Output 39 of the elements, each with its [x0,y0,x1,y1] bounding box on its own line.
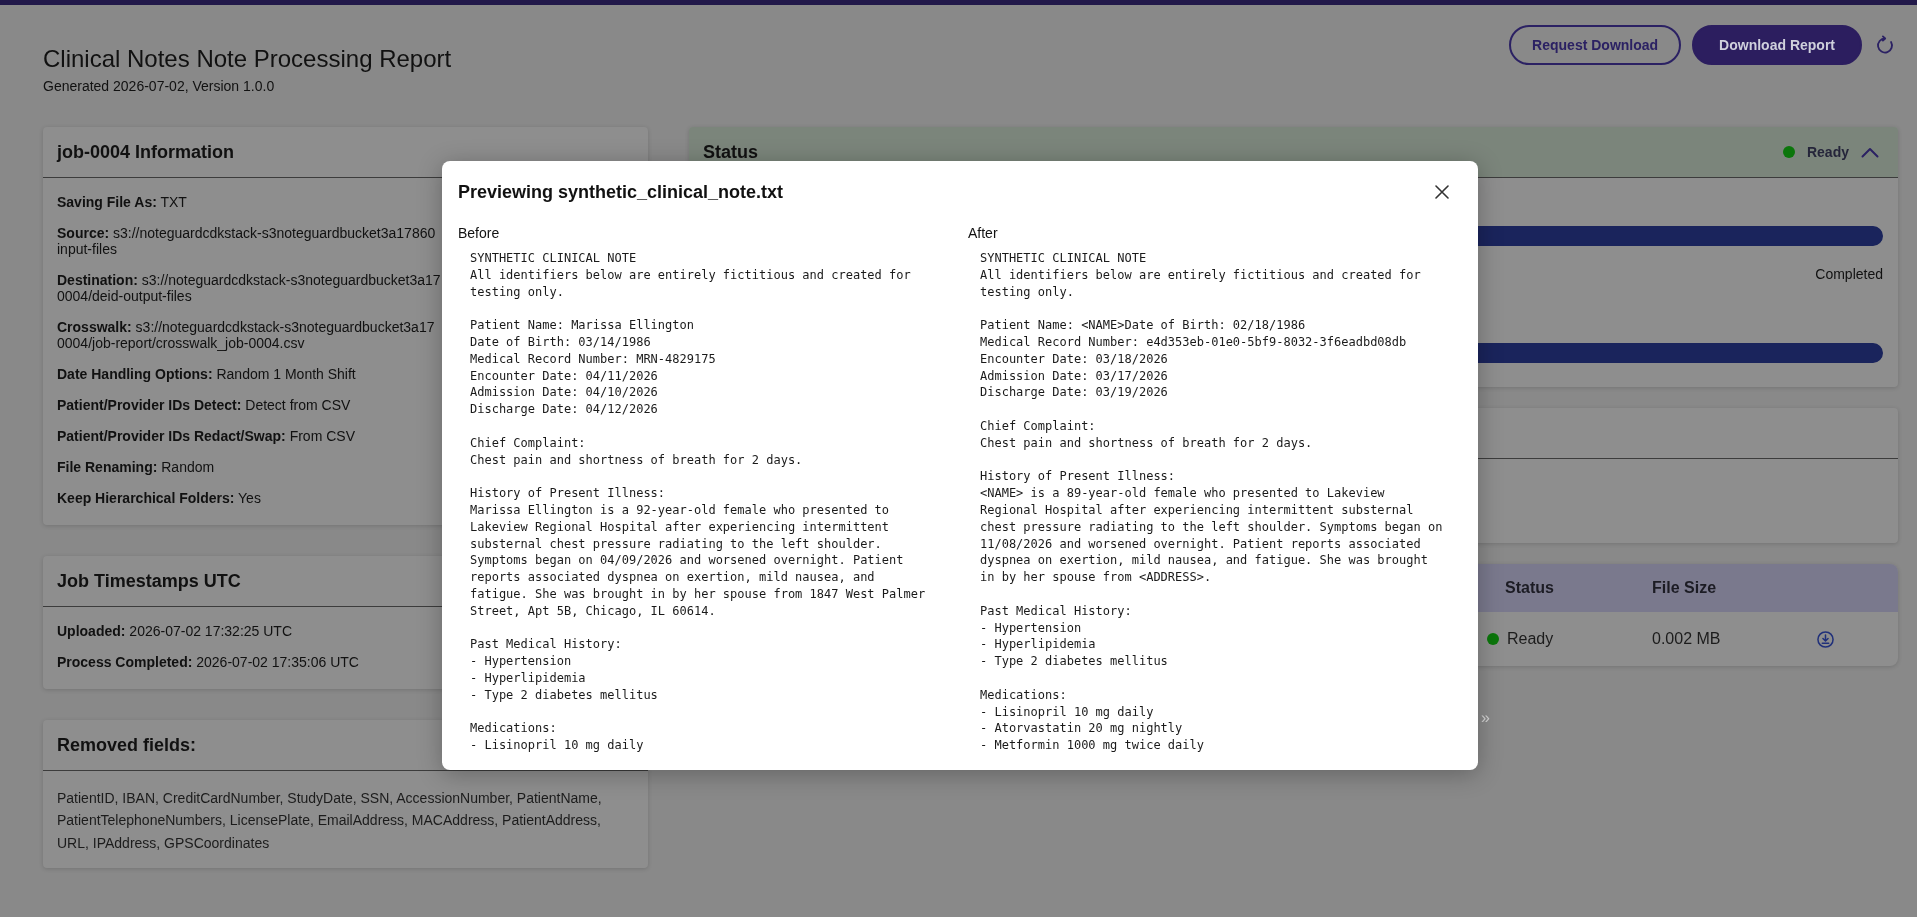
detail-text: Saving File As: TXT [57,194,187,210]
card-title: Status [703,144,758,160]
note-text: Chief Complaint: Chest pain and shortness of breath for 2 days. [470,434,803,469]
note-text: Past Medical History: - Hypertension - Hyperlipidemia - Type 2 diabetes mellitus [470,636,658,704]
detail-text: Patient/Provider IDs Redact/Swap: From CSV [57,428,355,444]
card-title: Job Timestamps UTC [57,571,241,591]
page-title: Clinical Notes Note Processing Report [43,45,452,73]
page-subtitle: Generated 2026-07-02, Version 1.0.0 [43,78,275,94]
note-text: History of Present Illness: Marissa Ellington is a 92-year-old female who presented to Lakeview Regional Hospital after experiencing intermittent substernal chest pressure radiating to the left shoulder. Symptoms began on 04/09/2026 and worsened overnight. Patient reports associated dyspnea on exertion, mild nausea, and fatigue. She was brought in by her spouse from 1847 West Palmer Street, Apt 5B, Chicago, IL 60614. [470,485,926,620]
detail-text: Uploaded: 2026-07-02 17:32:25 UTC [57,623,292,639]
progress-status: Completed [1815,266,1883,282]
card-title: Removed fields: [57,735,197,755]
status-label: Ready [1806,144,1849,160]
detail-text: Keep Hierarchical Folders: Yes [57,490,261,506]
column-header: Status [1505,579,1554,597]
field-list-text: PatientID, IBAN, CreditCardNumber, StudyDate, SSN, AccessionNumber, PatientName, PatientTelephoneNumbers, LicensePlate, EmailAddress, MACAddress, PatientAddress, URL, IPAddress, GPSCoordinates [57,789,603,853]
note-text: Past Medical History: - Hypertension - Hyperlipidemia - Type 2 diabetes mellitus [980,602,1168,670]
note-text: Patient Name: <NAME>Date of Birth: 02/18/1986 Medical Record Number: e4d353eb-01e0-5bf9-8032-3f6eadbd08db Encounter Date: 03/18/2026 Admission Date: 03/17/2026 Discharge Date: 03/19/2026 [980,317,1407,402]
dialog-title: Previewing synthetic_clinical_note.txt [458,181,784,203]
detail-text: File Renaming: Random [57,459,215,475]
note-text: Chief Complaint: Chest pain and shortness of breath for 2 days. [980,417,1313,452]
note-text: SYNTHETIC CLINICAL NOTE All identifiers below are entirely fictitious and created for testing only. [470,250,911,301]
detail-text: Crosswalk: s3://noteguardcdkstack-s3noteguardbucket3a17 0004/job-report/crosswalk_job-0004.csv [57,319,435,351]
card-title: job-0004 Information [57,142,235,162]
note-text: Medications: - Lisinopril 10 mg daily - Atorvastatin 20 mg nightly - Metformin 1000 mg twice daily [980,686,1204,754]
detail-text: Date Handling Options: Random 1 Month Shift [57,366,356,382]
detail-text: Destination: s3://noteguardcdkstack-s3noteguardbucket3a17 0004/deid-output-files [57,272,441,304]
detail-text: Source: s3://noteguardcdkstack-s3noteguardbucket3a17860 input-files [57,225,436,257]
note-text: Patient Name: Marissa Ellington Date of Birth: 03/14/1986 Medical Record Number: MRN-4829175 Encounter Date: 04/11/2026 Admission Date: 04/10/2026 Discharge Date: 04/12/2026 [470,317,716,418]
column-header: File Size [1652,579,1717,597]
note-text: History of Present Illness: <NAME> is a 89-year-old female who presented to Lakeview Regional Hospital after experiencing intermittent substernal chest pressure radiating to the left shoulder. Symptoms began on 11/08/2026 and worsened overnight. Patient reports associated dyspnea on exertion, mild nausea, and fatigue. She was brought in by her spouse from <ADDRESS>. [980,468,1443,586]
pane-label: After [968,225,998,241]
pane-label: Before [458,225,500,241]
note-text: SYNTHETIC CLINICAL NOTE All identifiers below are entirely fictitious and created for testing only. [980,250,1421,301]
detail-text: Patient/Provider IDs Detect: Detect from CSV [57,397,351,413]
table-cell: 0.002 MB [1652,630,1721,648]
detail-text: Process Completed: 2026-07-02 17:35:06 UTC [57,654,359,670]
status-label: Ready [1507,630,1554,648]
note-text: Medications: - Lisinopril 10 mg daily [470,720,644,754]
